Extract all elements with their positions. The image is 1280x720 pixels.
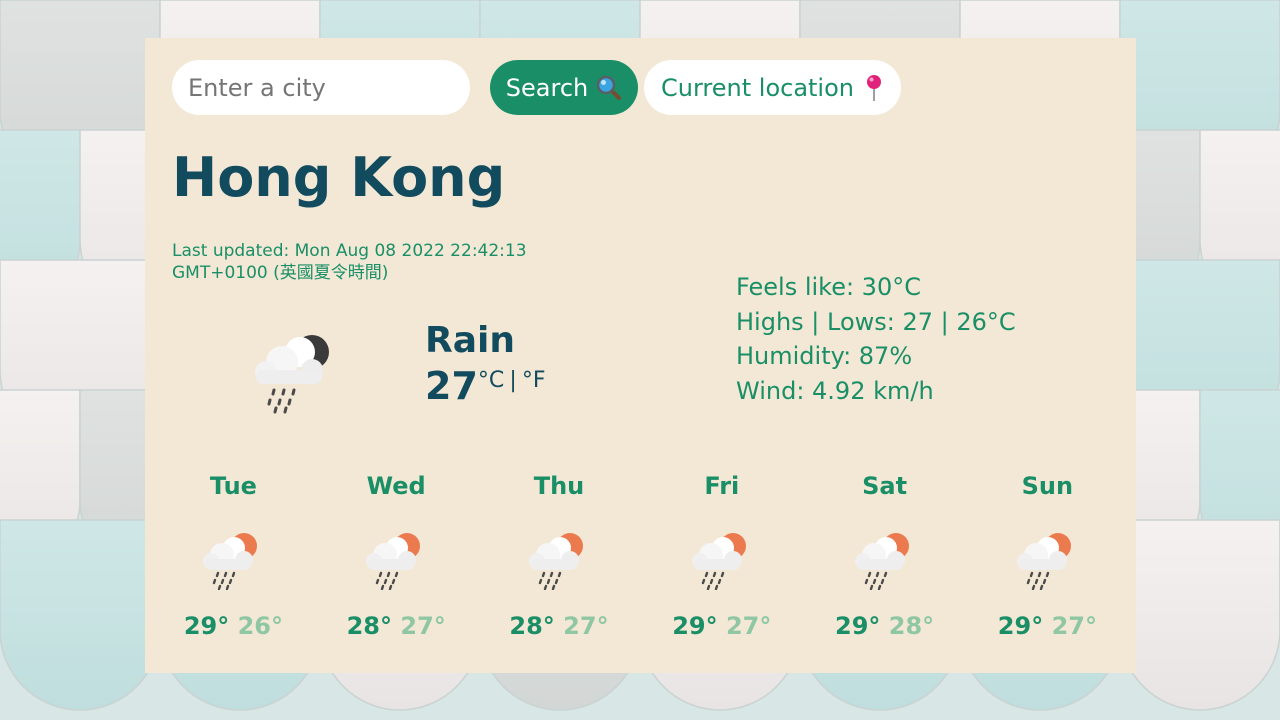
forecast-temps: 29° 28° [835, 612, 934, 640]
forecast-low: 26° [237, 612, 283, 640]
highs-lows: Highs | Lows: 27 | 26°C [736, 307, 1016, 336]
forecast-day-name: Tue [209, 472, 257, 500]
forecast-temps: 29° 27° [672, 612, 771, 640]
fahrenheit-link[interactable]: °F [522, 368, 546, 393]
weather-details: Feels like: 30°C Highs | Lows: 27 | 26°C… [736, 270, 1016, 408]
unit-separator: | [509, 368, 517, 393]
search-button-label: Search [505, 73, 589, 102]
forecast-high: 29° [183, 612, 230, 640]
rain-day-icon [365, 531, 422, 590]
forecast-day-name: Thu [533, 472, 585, 500]
forecast-row: Tue 29° 26° Wed 28° 27° Thu 28° 27° Fri … [152, 470, 1129, 640]
rain-day-icon [853, 531, 910, 590]
forecast-low: 27° [725, 612, 772, 640]
search-button[interactable]: Search [490, 60, 638, 115]
forecast-high: 29° [672, 612, 718, 640]
forecast-day: Sat 29° 28° [803, 470, 966, 640]
last-updated-text: Last updated: Mon Aug 08 2022 22:42:13 G… [172, 241, 527, 283]
wind-speed: Wind: 4.92 km/h [736, 376, 934, 405]
forecast-day: Sun 29° 27° [966, 470, 1129, 640]
rain-day-icon [1016, 531, 1073, 590]
forecast-temps: 28° 27° [347, 612, 446, 640]
forecast-day-name: Sun [1021, 472, 1074, 500]
forecast-day-name: Fri [704, 472, 740, 500]
current-location-button[interactable]: Current location [644, 60, 901, 115]
magnifying-glass-icon [596, 75, 622, 100]
current-temperature: 27°C | °F [425, 364, 546, 408]
forecast-day-name: Sat [862, 472, 908, 500]
forecast-temps: 29° 27° [998, 612, 1097, 640]
rain-day-icon [202, 531, 259, 590]
feels-like: Feels like: 30°C [736, 273, 921, 301]
forecast-day: Fri 29° 27° [640, 470, 803, 640]
rain-night-icon [255, 335, 329, 414]
temperature-value: 27 [425, 364, 478, 408]
weather-description: Rain [425, 320, 515, 361]
forecast-high: 28° [509, 612, 555, 640]
forecast-temps: 29° 26° [184, 612, 283, 640]
forecast-day-name: Wed [366, 472, 426, 500]
rain-day-icon [690, 531, 747, 590]
celsius-link[interactable]: °C [478, 368, 504, 393]
forecast-high: 29° [835, 612, 881, 640]
city-name: Hong Kong [172, 146, 506, 209]
pushpin-icon [867, 74, 881, 101]
weather-card: Search Current location Hong Kong Last u… [145, 38, 1136, 673]
forecast-high: 29° [997, 612, 1044, 640]
forecast-low: 27° [1051, 612, 1097, 640]
forecast-low: 27° [400, 612, 446, 640]
rain-day-icon [527, 531, 585, 590]
current-location-label: Current location [661, 73, 854, 102]
forecast-low: 28° [888, 612, 935, 640]
forecast-day: Tue 29° 26° [152, 470, 315, 640]
humidity: Humidity: 87% [736, 342, 913, 370]
forecast-low: 27° [563, 612, 609, 640]
forecast-high: 28° [346, 612, 393, 640]
forecast-temps: 28° 27° [509, 612, 608, 640]
city-search-input[interactable] [172, 60, 470, 115]
forecast-day: Thu 28° 27° [478, 470, 641, 640]
forecast-day: Wed 28° 27° [315, 470, 478, 640]
